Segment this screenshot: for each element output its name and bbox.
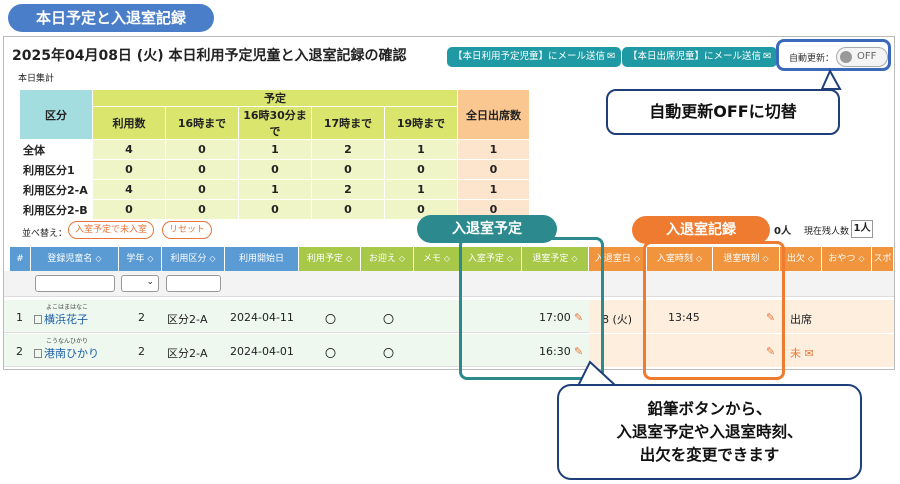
- note-line: 鉛筆ボタンから、: [647, 400, 772, 418]
- blue-note-pointer: [820, 68, 842, 90]
- pencil-usage-note: 鉛筆ボタンから、 入退室予定や入退室時刻、 出欠を変更できます: [557, 384, 862, 480]
- main-note-pointer: [576, 360, 619, 387]
- auto-update-note: 自動更新OFFに切替: [606, 89, 840, 135]
- note-line: 入退室予定や入退室時刻、: [616, 423, 803, 441]
- note-line: 出欠を変更できます: [639, 446, 780, 464]
